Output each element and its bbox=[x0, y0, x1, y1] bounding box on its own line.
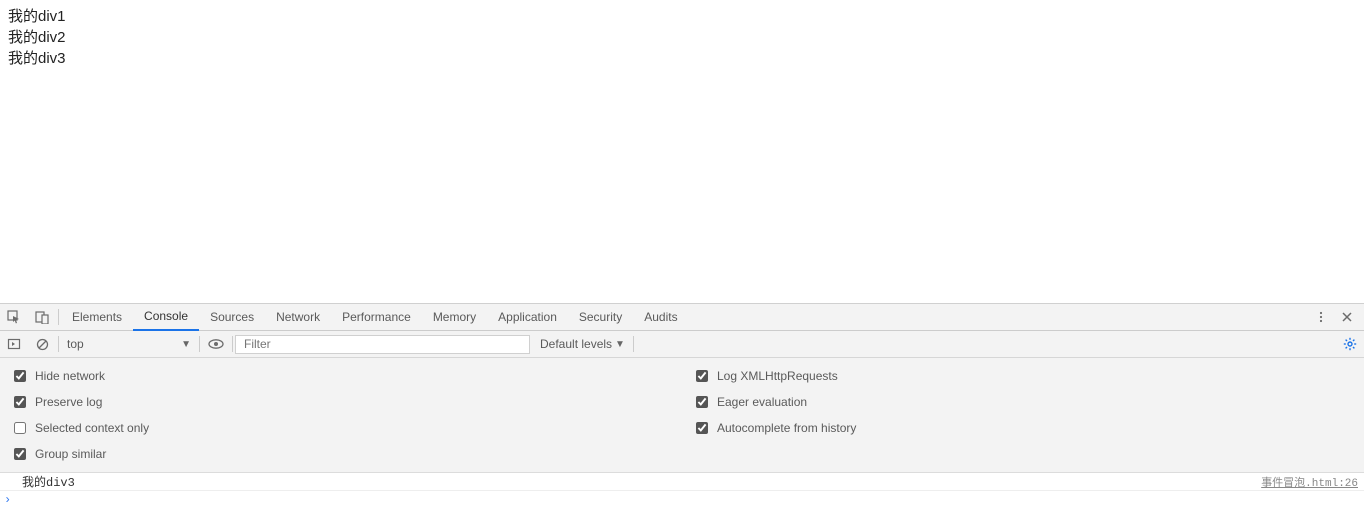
log-levels-label: Default levels bbox=[540, 337, 612, 351]
setting-label: Eager evaluation bbox=[717, 395, 807, 409]
close-devtools-icon[interactable] bbox=[1334, 304, 1360, 331]
separator bbox=[58, 309, 59, 325]
page-div-1: 我的div1 bbox=[8, 6, 1356, 27]
setting-label: Group similar bbox=[35, 447, 106, 461]
separator bbox=[58, 336, 59, 352]
log-levels-dropdown[interactable]: Default levels ▼ bbox=[540, 337, 625, 351]
checkbox-log-xhr[interactable] bbox=[696, 370, 708, 382]
context-selector-label: top bbox=[67, 337, 84, 351]
setting-label: Autocomplete from history bbox=[717, 421, 856, 435]
tab-console[interactable]: Console bbox=[133, 304, 199, 331]
toggle-console-sidebar-icon[interactable] bbox=[0, 331, 28, 358]
tab-performance[interactable]: Performance bbox=[331, 304, 422, 331]
setting-label: Log XMLHttpRequests bbox=[717, 369, 838, 383]
checkbox-eager-evaluation[interactable] bbox=[696, 396, 708, 408]
tab-elements[interactable]: Elements bbox=[61, 304, 133, 331]
console-message: 我的div3 bbox=[22, 473, 1261, 490]
checkbox-hide-network[interactable] bbox=[14, 370, 26, 382]
devtools-tab-bar: Elements Console Sources Network Perform… bbox=[0, 304, 1364, 331]
setting-label: Hide network bbox=[35, 369, 105, 383]
console-settings-panel: Hide network Preserve log Selected conte… bbox=[0, 358, 1364, 473]
dropdown-caret-icon: ▼ bbox=[181, 339, 191, 350]
separator bbox=[199, 336, 200, 352]
console-settings-toggle-icon[interactable] bbox=[1336, 331, 1364, 358]
checkbox-autocomplete-history[interactable] bbox=[696, 422, 708, 434]
clear-console-icon[interactable] bbox=[28, 331, 56, 358]
toggle-device-toolbar-icon[interactable] bbox=[28, 304, 56, 331]
prompt-caret-icon: › bbox=[4, 493, 11, 507]
tab-application[interactable]: Application bbox=[487, 304, 568, 331]
page-content: 我的div1 我的div2 我的div3 bbox=[0, 0, 1364, 303]
setting-eager-evaluation[interactable]: Eager evaluation bbox=[692, 389, 1354, 415]
console-source-link[interactable]: 事件冒泡.html:26 bbox=[1261, 474, 1358, 490]
inspect-element-icon[interactable] bbox=[0, 304, 28, 331]
setting-selected-context-only[interactable]: Selected context only bbox=[10, 415, 672, 441]
separator bbox=[232, 336, 233, 352]
page-div-3: 我的div3 bbox=[8, 48, 1356, 69]
console-toolbar: top ▼ Default levels ▼ bbox=[0, 331, 1364, 358]
tab-security[interactable]: Security bbox=[568, 304, 633, 331]
filter-input-wrapper bbox=[235, 335, 530, 354]
setting-label: Preserve log bbox=[35, 395, 102, 409]
setting-autocomplete-history[interactable]: Autocomplete from history bbox=[692, 415, 1354, 441]
tab-audits[interactable]: Audits bbox=[633, 304, 688, 331]
live-expression-icon[interactable] bbox=[202, 331, 230, 358]
settings-column-left: Hide network Preserve log Selected conte… bbox=[0, 363, 682, 467]
setting-hide-network[interactable]: Hide network bbox=[10, 363, 672, 389]
setting-group-similar[interactable]: Group similar bbox=[10, 441, 672, 467]
context-selector[interactable]: top ▼ bbox=[61, 334, 197, 354]
tab-network[interactable]: Network bbox=[265, 304, 331, 331]
console-output: 我的div3 事件冒泡.html:26 › bbox=[0, 473, 1364, 509]
console-prompt[interactable]: › bbox=[0, 491, 1364, 509]
dropdown-caret-icon: ▼ bbox=[615, 339, 625, 350]
tab-sources[interactable]: Sources bbox=[199, 304, 265, 331]
settings-column-right: Log XMLHttpRequests Eager evaluation Aut… bbox=[682, 363, 1364, 467]
checkbox-preserve-log[interactable] bbox=[14, 396, 26, 408]
more-options-icon[interactable] bbox=[1308, 304, 1334, 331]
setting-preserve-log[interactable]: Preserve log bbox=[10, 389, 672, 415]
page-div-2: 我的div2 bbox=[8, 27, 1356, 48]
console-log-line: 我的div3 事件冒泡.html:26 bbox=[0, 473, 1364, 491]
checkbox-selected-context-only[interactable] bbox=[14, 422, 26, 434]
devtools-panel: Elements Console Sources Network Perform… bbox=[0, 303, 1364, 509]
filter-input[interactable] bbox=[242, 336, 523, 352]
tab-memory[interactable]: Memory bbox=[422, 304, 487, 331]
checkbox-group-similar[interactable] bbox=[14, 448, 26, 460]
separator bbox=[633, 336, 634, 352]
setting-log-xhr[interactable]: Log XMLHttpRequests bbox=[692, 363, 1354, 389]
setting-label: Selected context only bbox=[35, 421, 149, 435]
